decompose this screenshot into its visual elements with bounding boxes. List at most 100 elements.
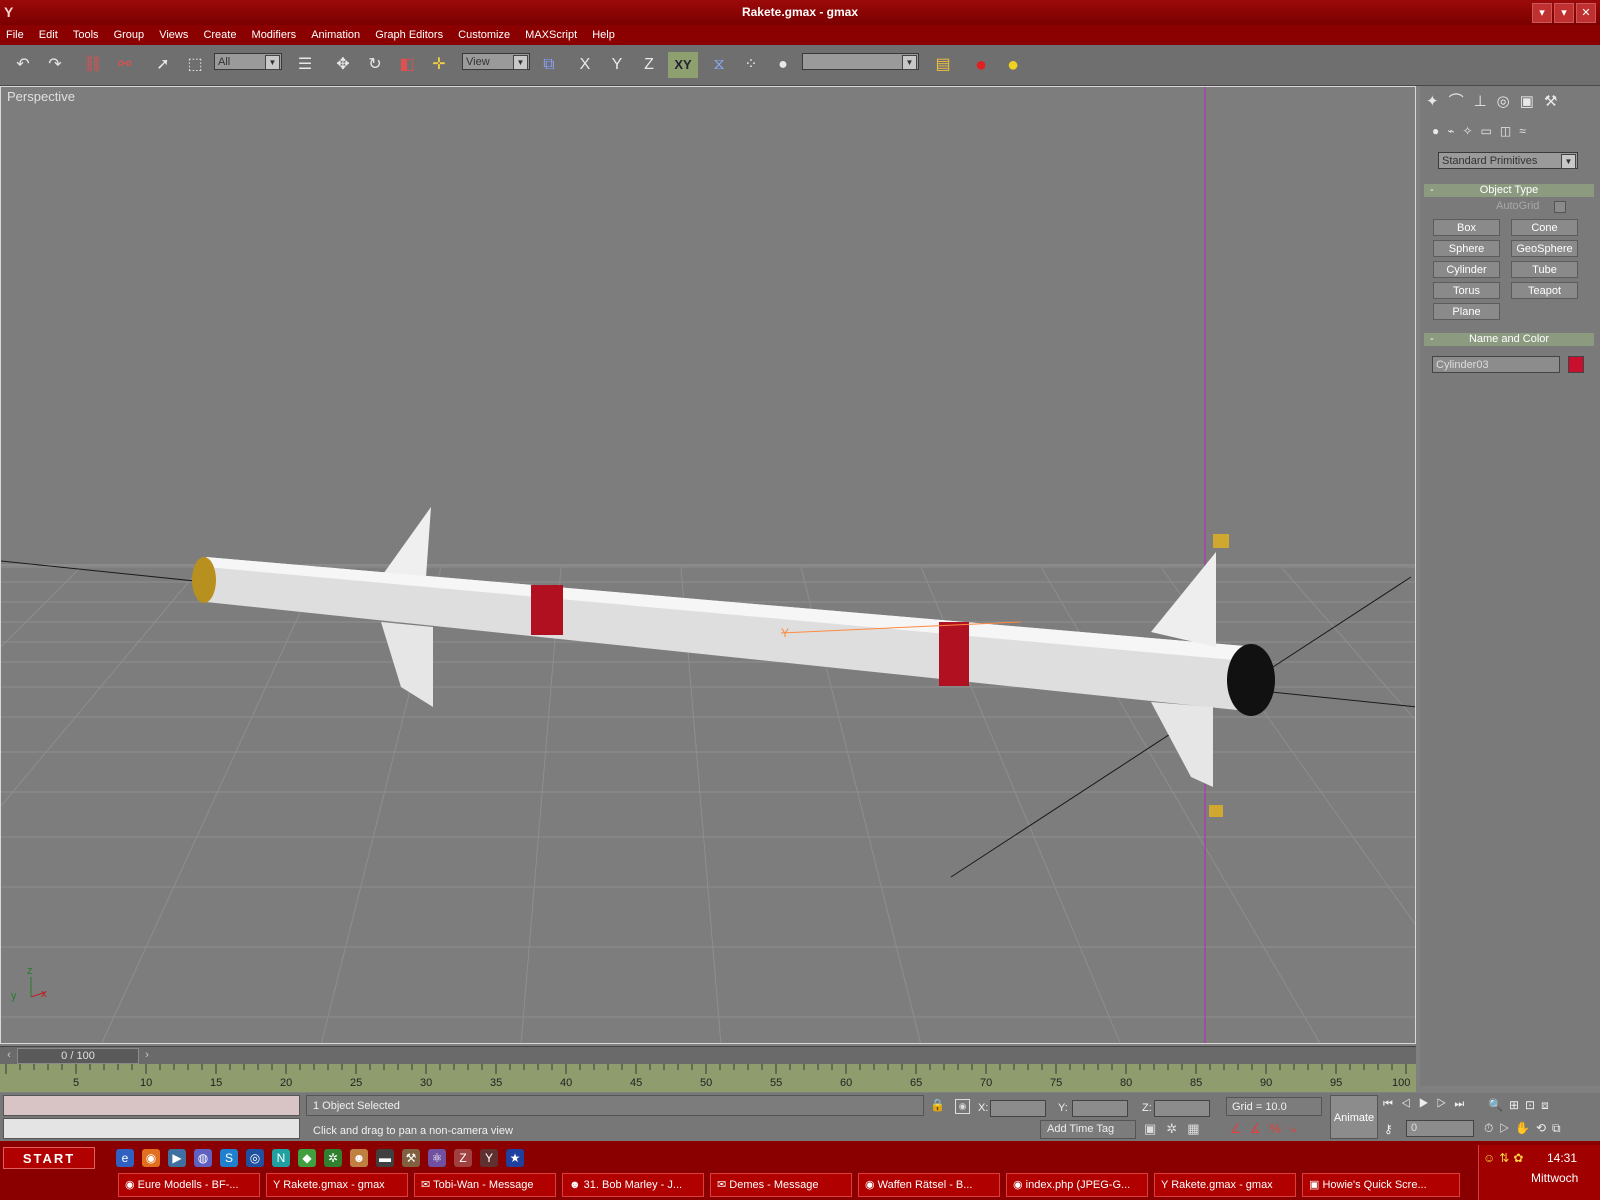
unlink-selection-icon[interactable]: ⚯ (112, 52, 138, 78)
pivot-center-icon[interactable]: ✛ (426, 52, 452, 78)
tube-button[interactable]: Tube (1511, 261, 1578, 278)
tray-user-icon[interactable]: ☺ (1483, 1151, 1499, 1165)
menu-animation[interactable]: Animation (305, 25, 366, 45)
play-icon[interactable]: ▶ (1419, 1098, 1437, 1110)
select-and-link-icon[interactable]: ⛓ (80, 52, 106, 78)
cone-button[interactable]: Cone (1511, 219, 1578, 236)
y-coordinate-input[interactable] (1072, 1100, 1128, 1117)
quicklaunch-gear-icon[interactable]: ✲ (324, 1149, 342, 1167)
quicklaunch-utility-icon[interactable]: ⚛ (428, 1149, 446, 1167)
quicklaunch-app-icon[interactable]: ◍ (194, 1149, 212, 1167)
box-button[interactable]: Box (1433, 219, 1500, 236)
quicklaunch-z-icon[interactable]: Z (454, 1149, 472, 1167)
quicklaunch-ie-icon[interactable]: e (116, 1149, 134, 1167)
current-frame-input[interactable]: 0 (1406, 1120, 1474, 1137)
task-howies-quick-screenshot[interactable]: ▣ Howie's Quick Scre... (1302, 1173, 1460, 1197)
select-object-icon[interactable]: ➚ (150, 52, 176, 78)
maxscript-listener-line-2[interactable] (3, 1118, 300, 1139)
move-icon[interactable]: ✥ (330, 52, 356, 78)
use-pivot-point-icon[interactable]: ⧉ (536, 52, 562, 78)
menu-graph-editors[interactable]: Graph Editors (369, 25, 449, 45)
clock-time[interactable]: 14:31 (1547, 1151, 1577, 1165)
arc-rotate-icon[interactable]: ⟲ (1536, 1121, 1552, 1135)
undo-icon[interactable]: ↶ (10, 52, 36, 78)
tray-green-icon[interactable]: ✿ (1513, 1151, 1527, 1165)
menu-tools[interactable]: Tools (67, 25, 105, 45)
quicklaunch-folder-icon[interactable]: ▬ (376, 1149, 394, 1167)
task-rakete-gmax-1[interactable]: Y Rakete.gmax - gmax (266, 1173, 408, 1197)
pan-hand-icon[interactable]: ✋ (1515, 1121, 1536, 1135)
primitive-type-dropdown[interactable]: Standard Primitives ▼ (1438, 152, 1578, 169)
quicklaunch-globe-icon[interactable]: ◎ (246, 1149, 264, 1167)
quicklaunch-gmax-icon[interactable]: Y (480, 1149, 498, 1167)
restrict-z-button[interactable]: Z (636, 52, 662, 78)
menu-views[interactable]: Views (153, 25, 194, 45)
percent-snap-icon[interactable]: % (1269, 1121, 1289, 1136)
quicklaunch-firefox-icon[interactable]: ◉ (142, 1149, 160, 1167)
prev-key-icon[interactable]: ◁ (1401, 1098, 1419, 1110)
time-slider-track[interactable]: ‹ 0 / 100 › (0, 1046, 1416, 1064)
display-tab-icon[interactable]: ▣ (1520, 93, 1544, 110)
plane-button[interactable]: Plane (1433, 303, 1500, 320)
restore-button[interactable]: ▾ (1554, 3, 1574, 23)
torus-button[interactable]: Torus (1433, 282, 1500, 299)
menu-file[interactable]: File (0, 25, 30, 45)
modify-tab-icon[interactable]: ⌒ (1449, 93, 1474, 110)
shapes-icon[interactable]: ⌁ (1447, 124, 1462, 138)
task-waffen-raetsel[interactable]: ◉ Waffen Rätsel - B... (858, 1173, 1000, 1197)
array-icon[interactable]: ⁘ (738, 52, 764, 78)
quicklaunch-n-icon[interactable]: N (272, 1149, 290, 1167)
scale-icon[interactable]: ◧ (394, 52, 420, 78)
task-index-php[interactable]: ◉ index.php (JPEG-G... (1006, 1173, 1148, 1197)
perspective-viewport[interactable]: Perspective Y y z x (0, 86, 1416, 1044)
go-to-start-icon[interactable]: ⏮ (1383, 1098, 1401, 1110)
next-frame-arrow-icon[interactable]: › (140, 1048, 154, 1062)
quicklaunch-media-icon[interactable]: ▶ (168, 1149, 186, 1167)
align-icon[interactable]: ● (770, 52, 796, 78)
zoom-extents-all-icon[interactable]: ⧈ (1541, 1098, 1555, 1112)
add-time-tag-button[interactable]: Add Time Tag (1040, 1120, 1136, 1139)
box-icon[interactable]: ▦ (1187, 1121, 1209, 1136)
maximize-viewport-icon[interactable]: ⧉ (1552, 1121, 1567, 1135)
object-type-rollout-header[interactable]: - Object Type (1424, 184, 1594, 197)
redo-icon[interactable]: ↷ (42, 52, 68, 78)
utilities-tab-icon[interactable]: ⚒ (1544, 93, 1567, 110)
selection-filter-dropdown[interactable]: All ▼ (214, 53, 282, 70)
menu-maxscript[interactable]: MAXScript (519, 25, 583, 45)
next-key-icon[interactable]: ▷ (1437, 1098, 1455, 1110)
teapot-button[interactable]: Teapot (1511, 282, 1578, 299)
space-warps-icon[interactable]: ≈ (1519, 124, 1534, 138)
go-to-end-icon[interactable]: ⏭ (1454, 1098, 1472, 1110)
menu-help[interactable]: Help (586, 25, 621, 45)
render-icon[interactable]: ● (1000, 52, 1026, 78)
time-config-icon[interactable]: ⏱ (1484, 1121, 1499, 1135)
task-eure-modells[interactable]: ◉ Eure Modells - BF-... (118, 1173, 260, 1197)
menu-create[interactable]: Create (197, 25, 242, 45)
z-coordinate-input[interactable] (1154, 1100, 1210, 1117)
time-slider-thumb[interactable]: 0 / 100 (17, 1048, 139, 1064)
angle-snap-icon[interactable]: ∡ (1250, 1121, 1270, 1136)
hierarchy-tab-icon[interactable]: ⊥ (1474, 93, 1497, 110)
rectangular-selection-icon[interactable]: ⬚ (182, 52, 208, 78)
quicklaunch-skype-icon[interactable]: S (220, 1149, 238, 1167)
reference-coordinate-dropdown[interactable]: View ▼ (462, 53, 530, 70)
cameras-icon[interactable]: ▭ (1481, 124, 1500, 138)
motion-tab-icon[interactable]: ◎ (1497, 93, 1520, 110)
cylinder-button[interactable]: Cylinder (1433, 261, 1500, 278)
layers-icon[interactable]: ▤ (930, 52, 956, 78)
menu-customize[interactable]: Customize (452, 25, 516, 45)
restrict-y-button[interactable]: Y (604, 52, 630, 78)
field-of-view-icon[interactable]: ▷ (1499, 1121, 1515, 1135)
menu-modifiers[interactable]: Modifiers (246, 25, 303, 45)
object-name-input[interactable]: Cylinder03 (1432, 356, 1560, 373)
x-coordinate-input[interactable] (990, 1100, 1046, 1117)
gear-icon[interactable]: ✲ (1166, 1121, 1187, 1136)
material-editor-icon[interactable]: ● (968, 52, 994, 78)
key-mode-icon[interactable]: ⚷ (1384, 1122, 1393, 1136)
quicklaunch-shield-icon[interactable]: ◆ (298, 1149, 316, 1167)
menu-group[interactable]: Group (108, 25, 151, 45)
sphere-button[interactable]: Sphere (1433, 240, 1500, 257)
cube-icon[interactable]: ▣ (1144, 1121, 1166, 1136)
tray-network-icon[interactable]: ⇅ (1499, 1151, 1513, 1165)
lights-icon[interactable]: ✧ (1462, 124, 1480, 138)
